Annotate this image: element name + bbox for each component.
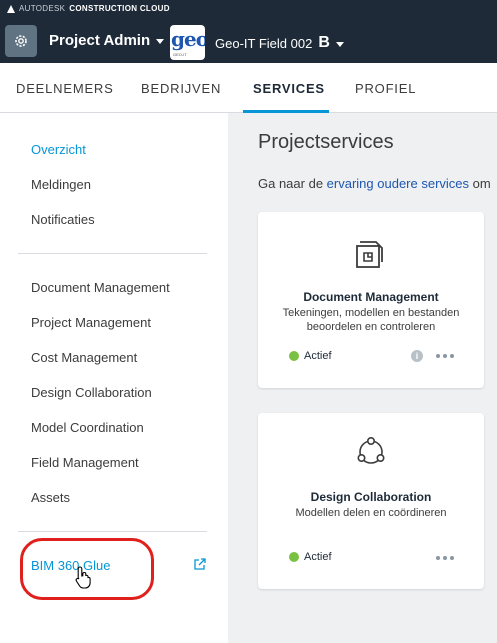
card-description: Modellen delen en coördineren	[295, 507, 447, 519]
tab-bar: DEELNEMERS BEDRIJVEN SERVICES PROFIEL	[0, 63, 497, 113]
card-description: Tekeningen, modellen en bestanden beoord…	[282, 307, 460, 333]
brand-prefix: AUTODESK	[19, 4, 66, 13]
active-tab-indicator	[243, 110, 329, 113]
chevron-down-icon	[335, 41, 344, 47]
top-header: AUTODESK CONSTRUCTION CLOUD Project Admi…	[0, 0, 497, 63]
project-logo-text: geo	[171, 27, 205, 51]
sidebar-item-cost-management[interactable]: Cost Management	[31, 350, 137, 365]
sidebar-item-assets[interactable]: Assets	[31, 490, 70, 505]
project-switcher[interactable]: Geo-IT Field 002 B	[215, 34, 344, 52]
sidebar-item-field-management[interactable]: Field Management	[31, 455, 139, 470]
sidebar-item-overzicht[interactable]: Overzicht	[31, 142, 86, 157]
service-card-document-management[interactable]: Document Management Tekeningen, modellen…	[258, 212, 484, 388]
settings-button[interactable]	[5, 25, 37, 57]
sidebar-item-notificaties[interactable]: Notificaties	[31, 212, 95, 227]
sidebar-item-project-management[interactable]: Project Management	[31, 315, 151, 330]
autodesk-logo-icon	[7, 4, 15, 13]
sidebar-item-document-management[interactable]: Document Management	[31, 280, 170, 295]
sidebar-item-model-coordination[interactable]: Model Coordination	[31, 420, 144, 435]
autodesk-brand: AUTODESK CONSTRUCTION CLOUD	[7, 4, 170, 13]
tab-deelnemers[interactable]: DEELNEMERS	[16, 81, 114, 96]
page-subtitle: Ga naar de ervaring oudere services om	[258, 176, 491, 191]
hand-cursor-icon	[75, 566, 91, 589]
page-title: Projectservices	[258, 131, 394, 153]
subtitle-suffix: om	[472, 176, 491, 191]
sidebar-item-design-collaboration[interactable]: Design Collaboration	[31, 385, 152, 400]
chevron-down-icon	[156, 39, 165, 44]
info-icon[interactable]: i	[411, 350, 423, 362]
status-active-icon	[289, 351, 299, 361]
document-icon	[356, 241, 383, 268]
tab-bedrijven[interactable]: BEDRIJVEN	[141, 81, 221, 96]
more-options-icon[interactable]	[436, 354, 454, 358]
status-badge: Actief	[304, 551, 332, 563]
card-title: Document Management	[303, 290, 439, 304]
tab-profiel[interactable]: PROFIEL	[355, 81, 416, 96]
project-logo-subtext: GEO-IT	[173, 52, 187, 57]
module-label: Project Admin	[49, 32, 151, 49]
card-title: Design Collaboration	[310, 490, 432, 504]
sidebar-item-meldingen[interactable]: Meldingen	[31, 177, 91, 192]
gear-icon	[15, 35, 27, 47]
brand-name: CONSTRUCTION CLOUD	[69, 4, 170, 13]
project-logo: geo GEO-IT	[170, 25, 205, 60]
network-icon	[357, 436, 385, 464]
status-active-icon	[289, 552, 299, 562]
external-link-icon[interactable]	[193, 558, 206, 571]
sidebar-divider	[18, 531, 207, 532]
sidebar-divider	[18, 253, 207, 254]
tab-services[interactable]: SERVICES	[253, 81, 325, 96]
service-card-design-collaboration[interactable]: Design Collaboration Modellen delen en c…	[258, 413, 484, 589]
more-options-icon[interactable]	[436, 556, 454, 560]
subtitle-prefix: Ga naar de	[258, 176, 324, 191]
project-mark: B	[318, 34, 330, 51]
status-badge: Actief	[304, 350, 332, 362]
module-switcher[interactable]: Project Admin	[49, 32, 165, 49]
project-name: Geo-IT Field 002	[215, 35, 313, 51]
legacy-services-link[interactable]: ervaring oudere services	[327, 176, 469, 191]
